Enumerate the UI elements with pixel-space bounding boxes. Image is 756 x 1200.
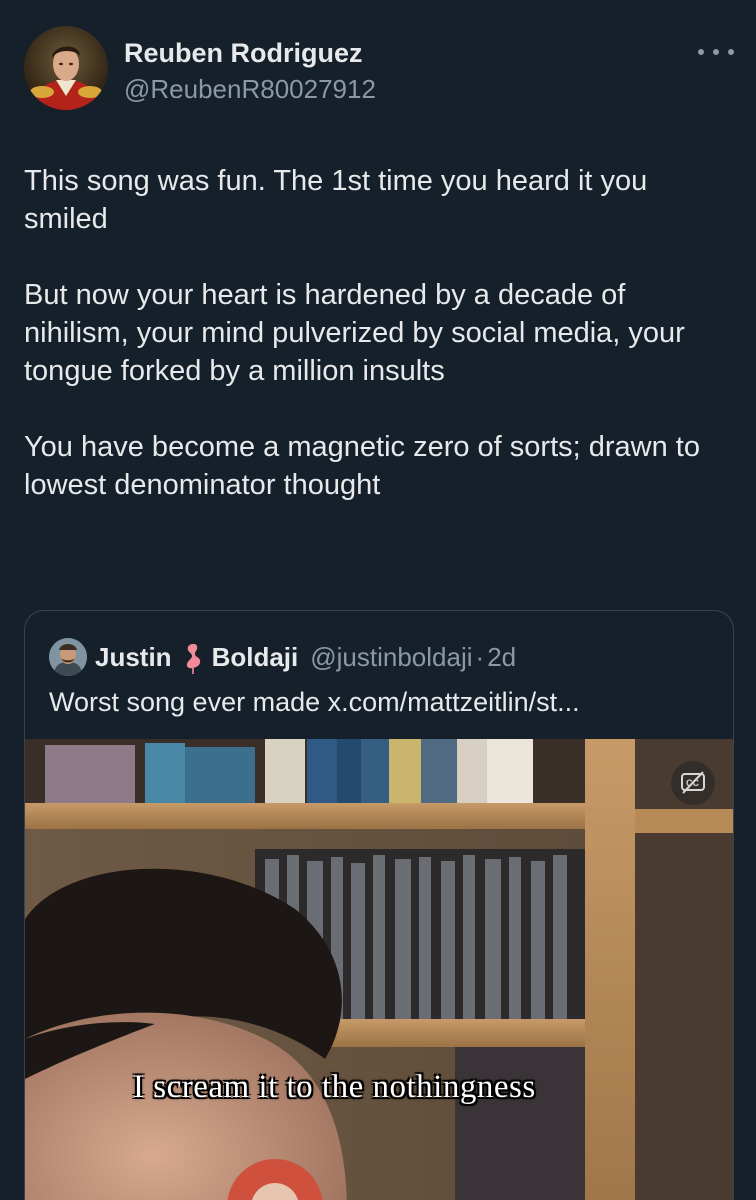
more-dot (713, 49, 719, 55)
cc-glyph: CC (681, 771, 705, 794)
dot-separator: · (475, 641, 485, 672)
author-handle[interactable]: @ReubenR80027912 (124, 74, 376, 105)
quoted-author-last-name[interactable]: Boldaji (212, 642, 299, 673)
more-dot (728, 49, 734, 55)
tweet-view: Reuben Rodriguez @ReubenR80027912 This s… (0, 0, 756, 1200)
avatar-portrait (24, 26, 108, 110)
closed-captions-icon[interactable]: CC (671, 761, 715, 805)
video-frame (25, 739, 733, 1200)
more-dot (698, 49, 704, 55)
quoted-video[interactable]: CC I scream it to the nothingness (25, 739, 733, 1200)
tweet-paragraph: You have become a magnetic zero of sorts… (24, 431, 700, 501)
quoted-author-handle[interactable]: @justinboldaji (310, 642, 472, 673)
quoted-tweet-time[interactable]: 2d (487, 642, 516, 673)
tweet-paragraph: This song was fun. The 1st time you hear… (24, 165, 648, 235)
tweet-text: This song was fun. The 1st time you hear… (24, 162, 734, 542)
author-avatar[interactable] (24, 26, 108, 110)
flamingo-emoji-icon (186, 644, 203, 674)
tweet-paragraph: But now your heart is hardened by a deca… (24, 279, 685, 387)
quoted-tweet-header: Justin Boldaji @justinboldaji · 2d (49, 638, 516, 676)
quoted-author-avatar[interactable] (49, 638, 87, 676)
quoted-tweet-text: Worst song ever made x.com/mattzeitlin/s… (49, 687, 580, 717)
more-options-icon[interactable] (698, 40, 734, 64)
author-name[interactable]: Reuben Rodriguez (124, 38, 363, 69)
quoted-author-first-name[interactable]: Justin (95, 642, 172, 673)
quoted-avatar-image (49, 638, 87, 676)
video-caption: I scream it to the nothingness (133, 1069, 536, 1105)
quoted-tweet-card[interactable]: Justin Boldaji @justinboldaji · 2d Worst… (24, 610, 734, 1200)
